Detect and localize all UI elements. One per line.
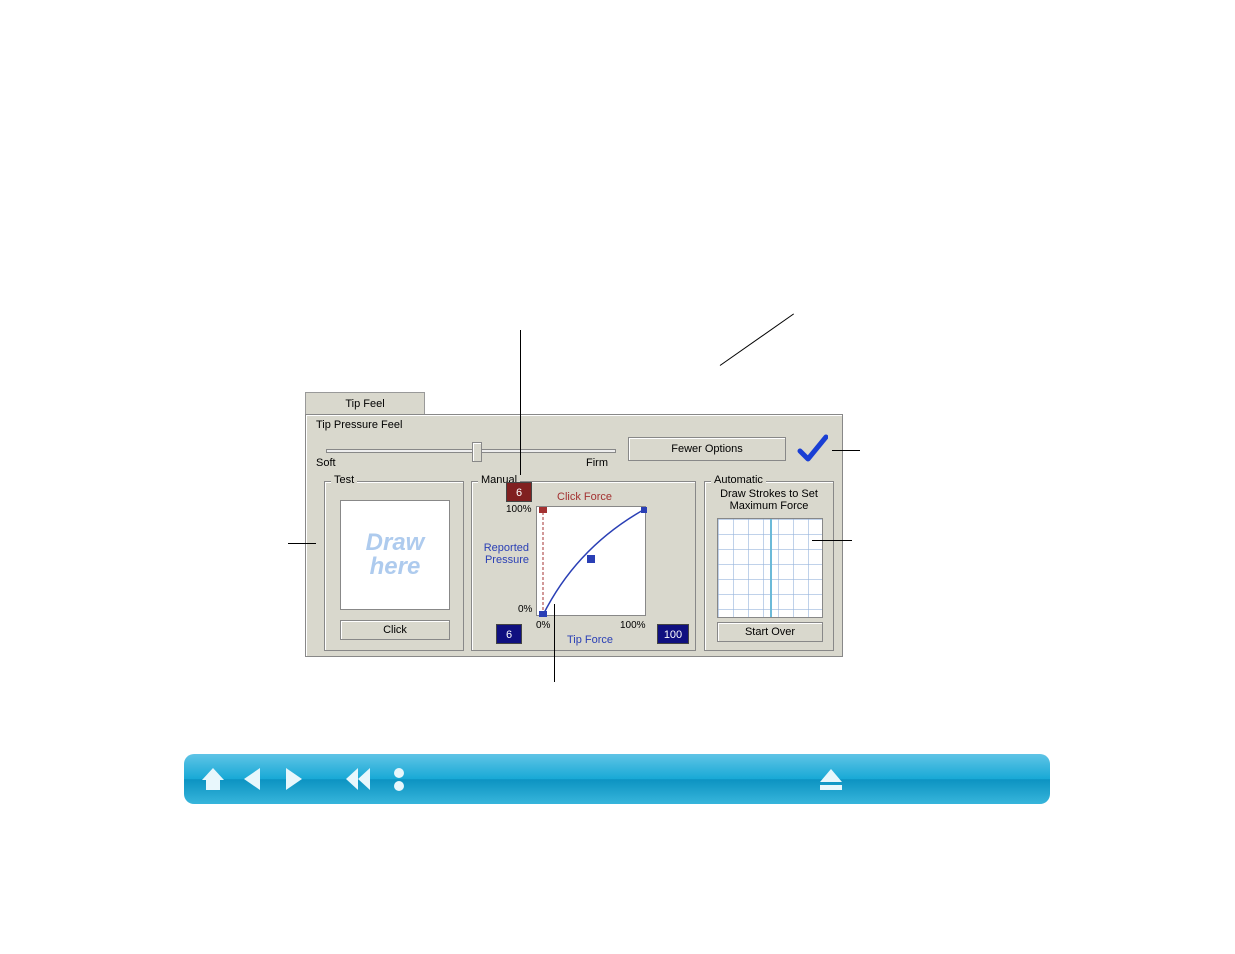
pressure-slider-thumb[interactable]: [472, 442, 482, 462]
draw-here-line2: here: [370, 555, 421, 579]
automatic-group-title: Automatic: [711, 474, 766, 486]
annotation-line: [832, 450, 860, 451]
reported-pressure-label: Reported Pressure: [477, 542, 529, 566]
home-icon[interactable]: [198, 764, 228, 794]
navigation-toolbar: [184, 754, 1050, 804]
tab-tip-feel[interactable]: Tip Feel: [305, 392, 425, 414]
y-0-tick: 0%: [518, 604, 532, 615]
firm-label: Firm: [586, 457, 608, 469]
tip-force-label: Tip Force: [567, 634, 613, 646]
tip-force-min-value[interactable]: 6: [496, 624, 522, 644]
tip-feel-panel: Tip Pressure Feel Soft Firm Fewer Option…: [305, 414, 843, 657]
auto-center-line: [770, 519, 772, 617]
x-0-tick: 0%: [536, 620, 550, 631]
test-group-title: Test: [331, 474, 357, 486]
x-100-tick: 100%: [620, 620, 646, 631]
ok-checkmark-icon[interactable]: [796, 433, 828, 465]
eject-icon[interactable]: [816, 764, 846, 794]
soft-label: Soft: [316, 457, 336, 469]
annotation-line: [288, 543, 316, 544]
click-force-value[interactable]: 6: [506, 482, 532, 502]
automatic-instructions: Draw Strokes to SetMaximum Force: [713, 488, 825, 512]
annotation-line: [520, 330, 521, 475]
manual-group: Manual Click Force Reported Pressure Tip…: [471, 481, 696, 651]
pressure-curve-chart[interactable]: [536, 506, 646, 616]
prev-icon[interactable]: [238, 764, 268, 794]
automatic-draw-area[interactable]: [717, 518, 823, 618]
automatic-group: Automatic Draw Strokes to SetMaximum For…: [704, 481, 834, 651]
test-group: Test Draw here Click: [324, 481, 464, 651]
rewind-icon[interactable]: [344, 764, 374, 794]
click-force-label: Click Force: [557, 491, 612, 503]
dots-icon[interactable]: [384, 764, 414, 794]
annotation-line: [812, 540, 852, 541]
test-draw-area[interactable]: Draw here: [340, 500, 450, 610]
tip-force-max-value[interactable]: 100: [657, 624, 689, 644]
pressure-slider[interactable]: [326, 449, 616, 453]
panel-title: Tip Pressure Feel: [316, 419, 402, 431]
draw-here-line1: Draw: [366, 531, 425, 555]
test-click-button[interactable]: Click: [340, 620, 450, 640]
fewer-options-button[interactable]: Fewer Options: [628, 437, 786, 461]
y-100-tick: 100%: [506, 504, 532, 515]
tip-feel-dialog: Tip Feel Tip Pressure Feel Soft Firm Few…: [305, 392, 843, 657]
annotation-line: [554, 604, 555, 682]
start-over-button[interactable]: Start Over: [717, 622, 823, 642]
annotation-line: [720, 313, 794, 365]
next-icon[interactable]: [278, 764, 308, 794]
